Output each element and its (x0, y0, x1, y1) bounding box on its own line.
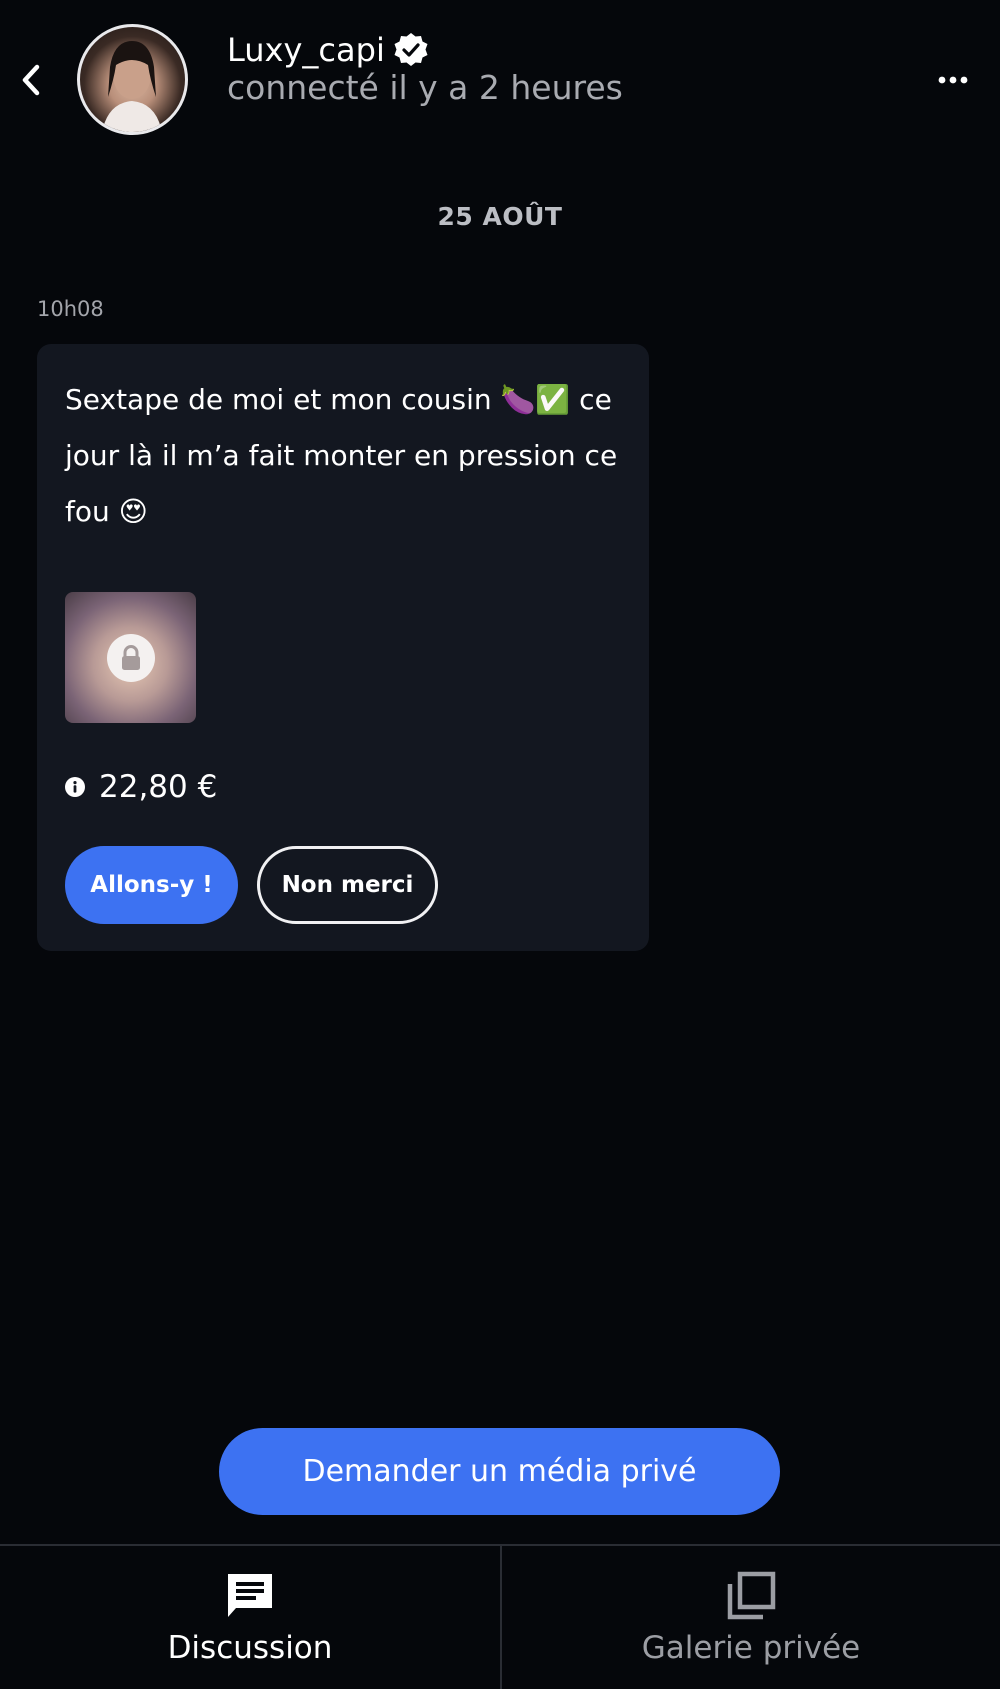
more-horizontal-icon (938, 76, 968, 84)
online-status: connecté il y a 2 heures (227, 68, 623, 107)
decline-offer-button[interactable]: Non merci (257, 846, 438, 924)
verified-badge-icon (394, 33, 428, 66)
avatar[interactable] (77, 24, 188, 135)
message-bubble: Sextape de moi et mon cousin 🍆✅ ce jour … (37, 344, 649, 951)
message-timestamp: 10h08 (37, 297, 104, 321)
tab-label: Galerie privée (641, 1630, 861, 1666)
lock-icon (121, 644, 140, 670)
price-row: 22,80 € (65, 765, 217, 809)
tab-private-gallery[interactable]: Galerie privée (502, 1546, 1000, 1687)
gallery-icon (727, 1571, 776, 1620)
request-private-media-button[interactable]: Demander un média privé (219, 1428, 780, 1515)
locked-media-thumbnail[interactable] (65, 592, 196, 723)
accept-offer-button[interactable]: Allons-y ! (65, 846, 238, 924)
back-button[interactable] (14, 58, 48, 102)
info-icon (65, 777, 85, 797)
chat-header: Luxy_capi connecté il y a 2 heures (0, 0, 1000, 160)
chat-icon (228, 1574, 272, 1617)
media-price: 22,80 € (99, 769, 218, 805)
tab-discussion[interactable]: Discussion (0, 1546, 500, 1687)
chevron-left-icon (22, 64, 40, 96)
avatar-image (102, 41, 162, 132)
contact-name: Luxy_capi (227, 31, 385, 69)
tab-label: Discussion (167, 1630, 333, 1666)
more-options-button[interactable] (928, 62, 978, 98)
date-separator: 25 AOÛT (437, 202, 563, 231)
bottom-tab-bar: Discussion Galerie privée (0, 1544, 1000, 1689)
message-text: Sextape de moi et mon cousin 🍆✅ ce jour … (65, 383, 618, 528)
lock-badge (106, 633, 155, 682)
